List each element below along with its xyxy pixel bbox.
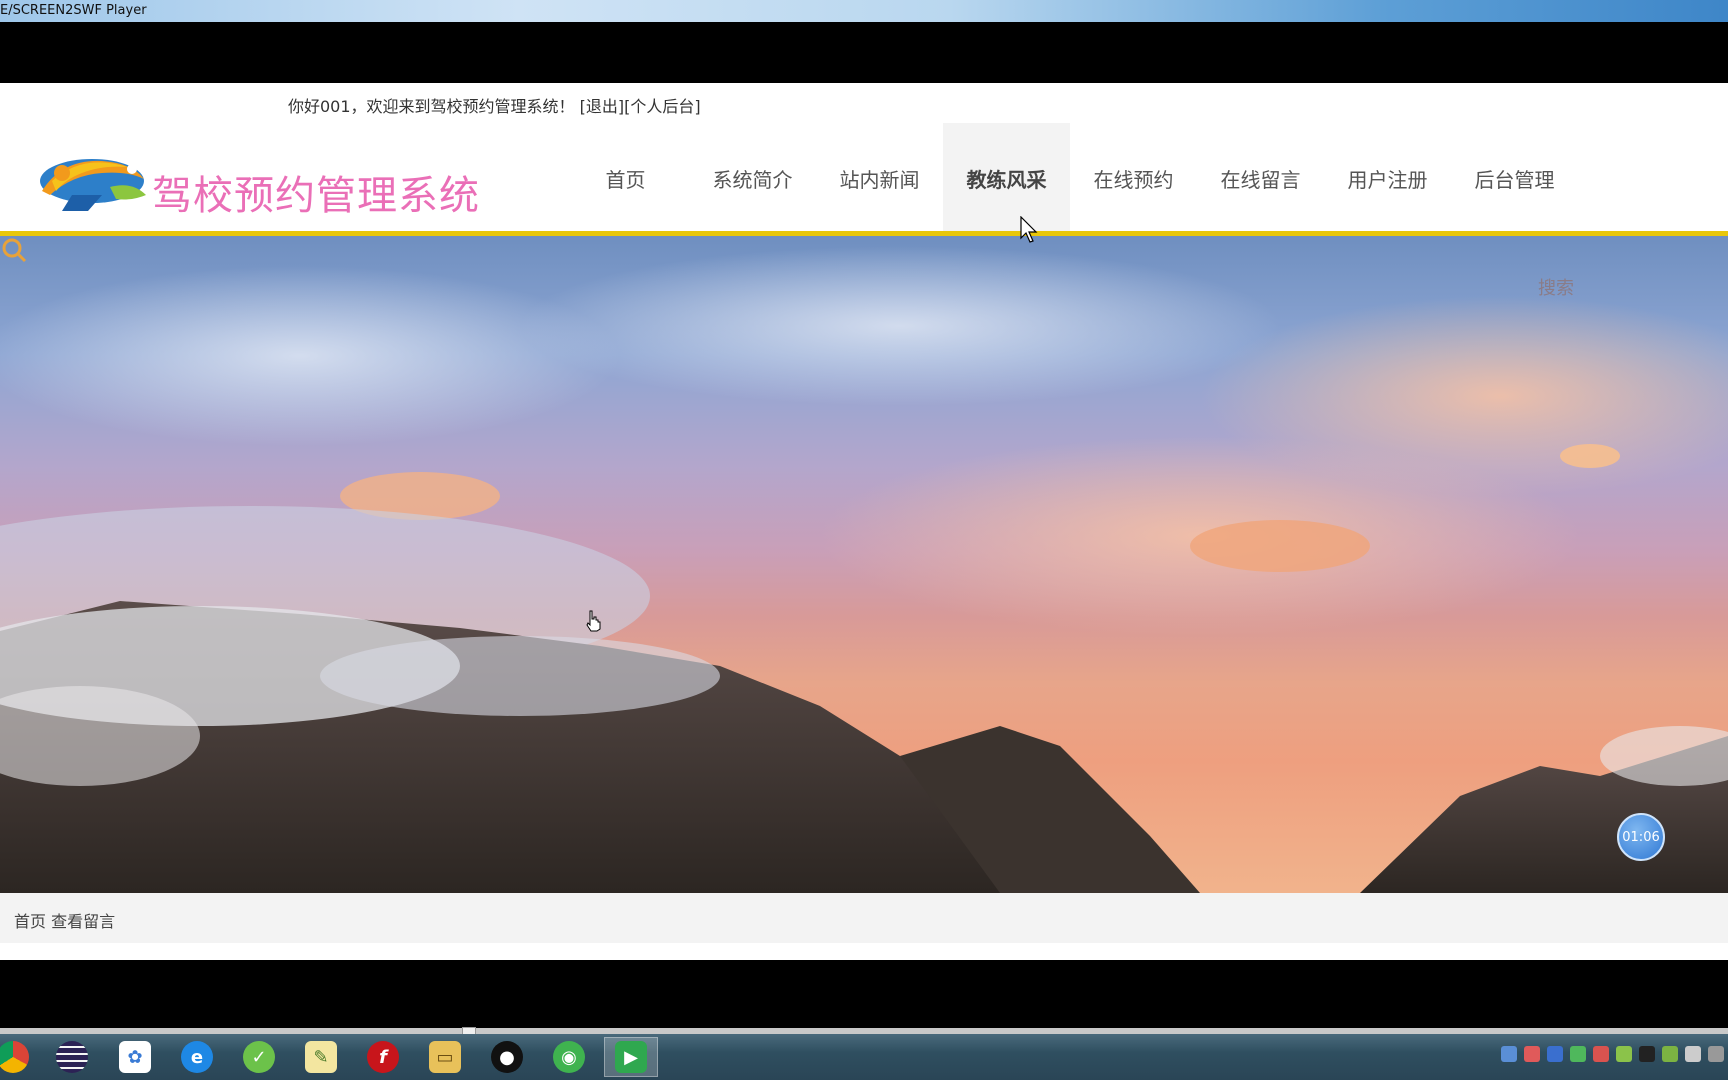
player-letterbox-bottom [0, 960, 1728, 1028]
nav-item-news[interactable]: 站内新闻 [816, 123, 943, 233]
window-title: E/SCREEN2SWF Player [0, 3, 147, 18]
nav-item-messages[interactable]: 在线留言 [1197, 123, 1324, 233]
chrome-icon[interactable] [0, 1037, 40, 1077]
player-letterbox-top [0, 22, 1728, 83]
welcome-bar: 你好001，欢迎来到驾校预约管理系统！ [退出][个人后台] [288, 93, 701, 117]
file-explorer-icon[interactable]: ▭ [418, 1037, 472, 1077]
mouse-pointer-icon [1020, 216, 1038, 243]
tray-wechat-icon[interactable] [1570, 1046, 1586, 1062]
windows-taskbar: ✿ e ✓ ✎ f ▭ ● ◉ ▶ [0, 1034, 1728, 1080]
search-input[interactable]: 搜索 [1538, 274, 1574, 300]
tray-network-icon[interactable] [1501, 1046, 1517, 1062]
notepad-icon[interactable]: ✎ [294, 1037, 348, 1077]
logout-link[interactable]: [退出] [580, 97, 625, 116]
qq-icon[interactable]: ● [480, 1037, 534, 1077]
tray-volume-icon[interactable] [1685, 1046, 1701, 1062]
nav-item-admin[interactable]: 后台管理 [1451, 123, 1578, 233]
nav-item-coaches[interactable]: 教练风采 [943, 123, 1070, 233]
wechat-icon[interactable]: ◉ [542, 1037, 596, 1077]
window-titlebar: E/SCREEN2SWF Player [0, 0, 1728, 22]
site-logo[interactable] [32, 151, 150, 215]
search-icon[interactable] [0, 236, 28, 264]
hand-cursor-icon [586, 610, 601, 632]
tray-shield-icon[interactable] [1547, 1046, 1563, 1062]
main-nav: 首页 系统简介 站内新闻 教练风采 在线预约 在线留言 用户注册 后台管理 [562, 123, 1578, 233]
breadcrumb-bar: 首页 查看留言 [0, 893, 1728, 943]
recording-timer: 01:06 [1617, 813, 1665, 861]
green-app-icon[interactable]: ✓ [232, 1037, 286, 1077]
browser-icon[interactable]: e [170, 1037, 224, 1077]
screen2swf-icon[interactable]: ▶ [604, 1037, 658, 1077]
personal-center-link[interactable]: [个人后台] [624, 97, 701, 116]
breadcrumb: 首页 查看留言 [14, 912, 116, 931]
welcome-text: 你好001，欢迎来到驾校预约管理系统！ [288, 97, 575, 116]
nav-item-register[interactable]: 用户注册 [1324, 123, 1451, 233]
eclipse-icon[interactable] [45, 1037, 99, 1077]
site-title: 驾校预约管理系统 [152, 173, 480, 219]
baidu-netdisk-icon[interactable]: ✿ [108, 1037, 162, 1077]
tray-qq-icon[interactable] [1639, 1046, 1655, 1062]
nav-item-intro[interactable]: 系统简介 [689, 123, 816, 233]
web-page: 你好001，欢迎来到驾校预约管理系统！ [退出][个人后台] 驾校预约管理系统 … [0, 83, 1728, 960]
tray-flag-icon[interactable] [1593, 1046, 1609, 1062]
system-tray [1501, 1046, 1724, 1062]
flash-icon[interactable]: f [356, 1037, 410, 1077]
banner-slider[interactable]: 搜索 [0, 236, 1728, 893]
banner-landscape-image [0, 246, 1728, 893]
tray-nvidia-icon[interactable] [1662, 1046, 1678, 1062]
tray-app-icon[interactable] [1524, 1046, 1540, 1062]
tray-action-center-icon[interactable] [1708, 1046, 1724, 1062]
nav-item-booking[interactable]: 在线预约 [1070, 123, 1197, 233]
nav-item-home[interactable]: 首页 [562, 123, 689, 233]
tray-app2-icon[interactable] [1616, 1046, 1632, 1062]
